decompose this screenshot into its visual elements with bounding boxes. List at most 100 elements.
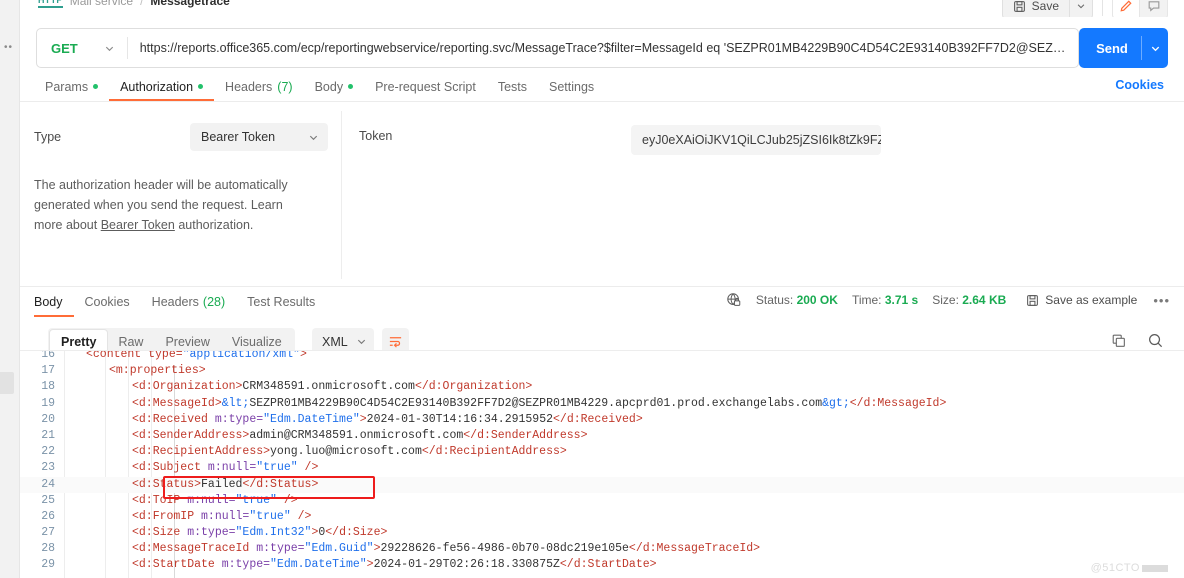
comments-button[interactable] [1140, 0, 1168, 17]
breadcrumb: HTTP Mail service / Messagetrace [38, 0, 230, 8]
tab-authorization[interactable]: Authorization [109, 74, 215, 101]
status-value: 200 OK [796, 293, 838, 307]
code-token: </d:Received> [553, 412, 643, 426]
response-body-code[interactable]: 16 <content type="application/xml"> 17 <m:p… [20, 350, 1184, 578]
code-text: <d:Subject m:null="true" /> [64, 460, 318, 476]
code-token: "true" [235, 493, 277, 507]
globe-lock-icon[interactable] [726, 292, 742, 308]
time-value: 3.71 s [884, 293, 919, 307]
code-token: "Edm.DateTime" [263, 412, 360, 426]
tab-pre-request-script[interactable]: Pre-request Script [364, 74, 487, 101]
code-line: 20 <d:Received m:type="Edm.DateTime">2024… [20, 412, 1184, 428]
code-line: 16 <content type="application/xml"> [20, 350, 1184, 363]
top-bar: HTTP Mail service / Messagetrace Save [20, 0, 1184, 17]
tab-params[interactable]: Params [34, 74, 109, 101]
chevron-down-icon [356, 336, 367, 347]
response-tab-body[interactable]: Body [34, 289, 74, 317]
send-button[interactable]: Send [1079, 41, 1141, 56]
cookies-link[interactable]: Cookies [1115, 78, 1164, 92]
code-token: CRM348591.onmicrosoft.com [242, 380, 415, 394]
tab-authorization-label: Authorization [120, 79, 194, 94]
code-token: </d:Organization> [414, 380, 533, 394]
code-token: "true" [249, 509, 291, 523]
code-token: "Edm.Int32" [235, 526, 312, 540]
response-tab-cookies-label: Cookies [84, 295, 130, 309]
code-token: </d:RecipientAddress> [421, 445, 567, 459]
tab-tests[interactable]: Tests [487, 74, 538, 101]
toolbar-divider [1102, 0, 1103, 16]
line-number: 22 [41, 445, 55, 459]
copy-icon[interactable] [1111, 333, 1127, 349]
code-text: <d:Organization>CRM348591.onmicrosoft.co… [64, 379, 532, 395]
url-input[interactable]: https://reports.office365.com/ecp/report… [128, 29, 1078, 67]
code-text: <d:Received m:type="Edm.DateTime">2024-0… [64, 412, 643, 428]
code-token: /> [276, 493, 298, 507]
line-number: 17 [41, 364, 55, 378]
code-token: "true" [256, 461, 298, 475]
size-label: Size: [932, 293, 959, 307]
sidebar-handle-icon[interactable]: •• [4, 42, 16, 54]
sidebar-scroll-thumb[interactable] [0, 372, 14, 394]
tab-headers[interactable]: Headers (7) [214, 74, 304, 101]
code-line: 28 <d:MessageTraceId m:type="Edm.Guid">29… [20, 541, 1184, 557]
response-tab-headers[interactable]: Headers (28) [141, 289, 236, 317]
modified-dot-icon [198, 84, 204, 89]
auth-type-select[interactable]: Bearer Token [190, 123, 328, 151]
code-text: <m:properties> [64, 363, 206, 379]
save-button[interactable]: Save [1001, 0, 1069, 17]
code-line: 27 <d:Size m:type="Edm.Int32">0</d:Size> [20, 525, 1184, 541]
floppy-disk-icon [1026, 294, 1039, 307]
response-meta: Status: 200 OK Time: 3.71 s Size: 2.64 K… [726, 292, 1170, 308]
save-dropdown-button[interactable] [1069, 0, 1093, 17]
tab-settings[interactable]: Settings [538, 74, 605, 101]
code-token: <d:StartDate [132, 558, 222, 572]
code-token: /> [297, 461, 319, 475]
save-as-example-label: Save as example [1045, 293, 1138, 307]
breadcrumb-collection[interactable]: Mail service [70, 0, 133, 8]
save-as-example-button[interactable]: Save as example [1026, 293, 1137, 307]
response-format-value: XML [322, 334, 348, 349]
token-input[interactable]: eyJ0eXAiOiJKV1QiLCJub25jZSI6Ik8tZk9FZF… [631, 125, 881, 155]
code-token: <d:Received [132, 412, 215, 426]
top-actions: Save [1001, 0, 1168, 17]
breadcrumb-request-name[interactable]: Messagetrace [150, 0, 229, 8]
ellipsis-icon[interactable]: ••• [1153, 293, 1170, 308]
status-item: Status: 200 OK [756, 293, 838, 307]
time-item: Time: 3.71 s [852, 293, 918, 307]
code-text: <d:RecipientAddress>yong.luo@microsoft.c… [64, 444, 567, 460]
code-token: "Edm.Guid" [304, 542, 374, 556]
code-token: </d:SenderAddress> [463, 428, 588, 442]
tab-body[interactable]: Body [304, 74, 365, 101]
code-token: "application/xml" [182, 350, 300, 361]
code-token: > [359, 412, 367, 426]
line-number: 28 [41, 542, 55, 556]
authorization-left-column: Type Bearer Token The authorization head… [34, 103, 334, 235]
code-token: <d:Status> [132, 477, 202, 491]
tab-body-label: Body [314, 79, 344, 94]
code-token: <d:MessageTraceId [132, 542, 257, 556]
line-number: 18 [41, 380, 55, 394]
line-number: 26 [41, 509, 55, 523]
code-line: 22 <d:RecipientAddress>yong.luo@microsoft… [20, 444, 1184, 460]
bearer-token-doc-link[interactable]: Bearer Token [101, 218, 175, 232]
postman-window: •• HTTP Mail service / Messagetrace Save [0, 0, 1184, 578]
code-line: 25 <d:ToIP m:null="true" /> [20, 493, 1184, 509]
code-token: <d:FromIP [132, 509, 202, 523]
response-tab-test-results[interactable]: Test Results [236, 289, 326, 317]
line-number: 25 [41, 493, 55, 507]
response-tab-cookies[interactable]: Cookies [74, 289, 141, 317]
code-token: "Edm.DateTime" [270, 558, 367, 572]
edit-request-button[interactable] [1112, 0, 1140, 17]
code-text: <d:ToIP m:null="true" /> [64, 493, 298, 509]
code-token: 29228626-fe56-4986-0b70-08dc219e105e [380, 542, 629, 556]
code-text: <d:FromIP m:null="true" /> [64, 509, 311, 525]
code-token: &lt; [221, 396, 250, 410]
size-value: 2.64 KB [962, 293, 1007, 307]
watermark: @51CTO [1091, 562, 1168, 574]
send-dropdown-button[interactable] [1142, 43, 1168, 54]
search-icon[interactable] [1147, 332, 1164, 349]
method-selector[interactable]: GET [37, 29, 127, 67]
code-line: 17 <m:properties> [20, 363, 1184, 379]
modified-dot-icon [93, 84, 99, 89]
code-token: 2024-01-29T02:26:18.330875Z [373, 558, 560, 572]
